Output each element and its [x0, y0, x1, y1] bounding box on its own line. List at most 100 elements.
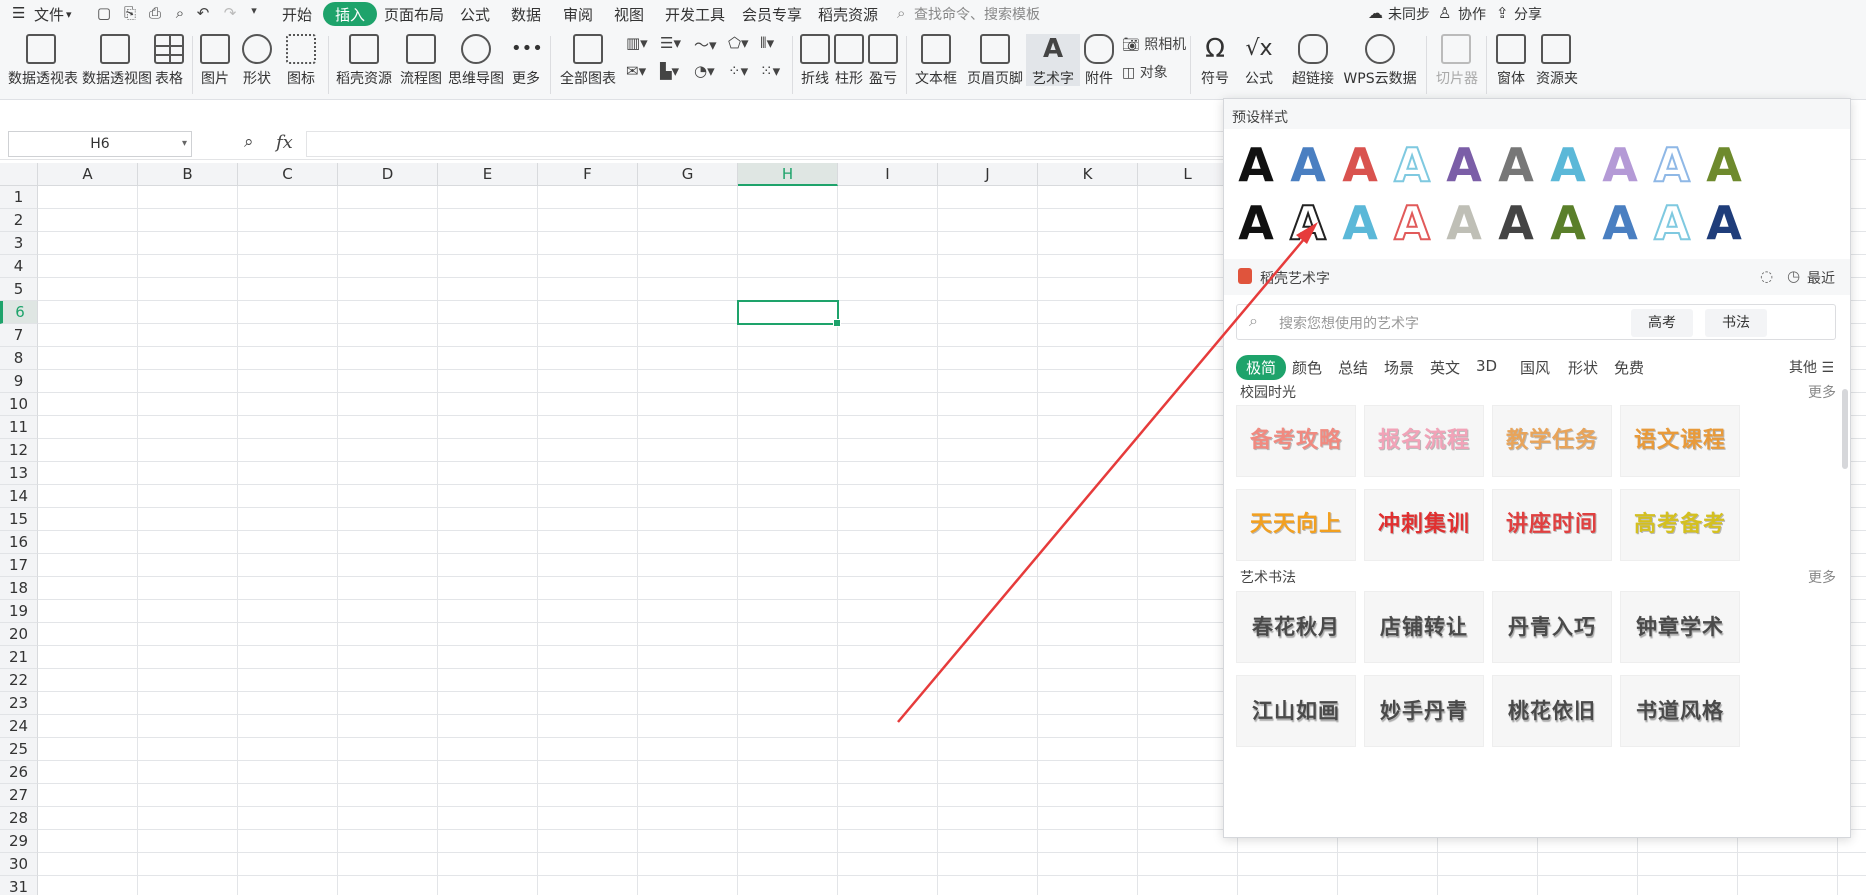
recent-link[interactable]: 最近 — [1807, 268, 1835, 288]
column-header[interactable]: D — [338, 163, 438, 186]
chevron-down-icon[interactable]: ▾ — [66, 8, 72, 21]
tab-member[interactable]: 会员专享 — [742, 4, 802, 25]
docer-resource-button[interactable]: 稻壳资源 — [336, 34, 392, 88]
row-header[interactable]: 22 — [0, 669, 38, 692]
calligraphy-template-thumbnail[interactable]: 店铺转让 — [1364, 591, 1484, 663]
row-header[interactable]: 9 — [0, 370, 38, 393]
row-header[interactable]: 16 — [0, 531, 38, 554]
column-chart-icon[interactable]: ▥▾ — [626, 34, 648, 52]
bar-chart-horizontal-icon[interactable]: ☰▾ — [660, 34, 681, 52]
wordart-preset-style[interactable]: A — [1648, 195, 1696, 251]
row-header[interactable]: 17 — [0, 554, 38, 577]
sparkline-line-button[interactable]: 折线 — [800, 34, 830, 88]
area-chart-icon[interactable]: ✉▾ — [626, 62, 646, 80]
section-campus-more[interactable]: 更多 — [1808, 382, 1836, 402]
row-header[interactable]: 18 — [0, 577, 38, 600]
hamburger-icon[interactable]: ☰ — [12, 4, 25, 22]
select-all-corner[interactable] — [0, 163, 38, 186]
wordart-template-thumbnail[interactable]: 讲座时间 — [1492, 489, 1612, 561]
column-header[interactable]: I — [838, 163, 938, 186]
wordart-template-thumbnail[interactable]: 报名流程 — [1364, 405, 1484, 477]
name-box[interactable]: H6 ▾ — [8, 131, 192, 157]
search-icon[interactable]: ⌕ — [897, 4, 905, 22]
calligraphy-template-thumbnail[interactable]: 丹青入巧 — [1492, 591, 1612, 663]
print-preview-icon[interactable]: ⌕ — [170, 4, 190, 24]
wordart-button[interactable]: A 艺术字 — [1026, 34, 1080, 87]
category-tab[interactable]: 形状 — [1562, 355, 1604, 380]
flowchart-button[interactable]: 流程图 — [400, 34, 442, 88]
formula-button[interactable]: √x 公式 — [1240, 34, 1278, 88]
row-header[interactable]: 6 — [0, 301, 38, 324]
gaokao-tag-button[interactable]: 高考 — [1631, 309, 1693, 337]
formula-input[interactable] — [306, 131, 1256, 157]
wordart-template-thumbnail[interactable]: 教学任务 — [1492, 405, 1612, 477]
save-icon[interactable]: ▢ — [94, 4, 114, 24]
wordart-preset-style[interactable]: A — [1596, 137, 1644, 193]
category-tab[interactable]: 英文 — [1424, 355, 1466, 380]
pivot-table-button[interactable]: 数据透视表 — [8, 34, 78, 88]
tab-view[interactable]: 视图 — [614, 4, 644, 25]
wordart-preset-style[interactable]: A — [1492, 137, 1540, 193]
row-header[interactable]: 1 — [0, 186, 38, 209]
row-header[interactable]: 30 — [0, 853, 38, 876]
row-header[interactable]: 29 — [0, 830, 38, 853]
file-menu[interactable]: 文件 — [34, 4, 64, 25]
tab-docer[interactable]: 稻壳资源 — [818, 4, 878, 25]
zoom-search-icon[interactable]: ⌕ — [244, 132, 254, 152]
column-header[interactable]: J — [938, 163, 1038, 186]
symbol-button[interactable]: Ω 符号 — [1196, 34, 1234, 88]
panel-scrollbar[interactable] — [1842, 389, 1848, 469]
row-header[interactable]: 25 — [0, 738, 38, 761]
picture-button[interactable]: 图片 — [198, 34, 232, 88]
share-button[interactable]: 分享 — [1514, 4, 1542, 24]
category-tab[interactable]: 国风 — [1514, 355, 1556, 380]
column-header[interactable]: G — [638, 163, 738, 186]
wordart-template-thumbnail[interactable]: 备考攻略 — [1236, 405, 1356, 477]
calligraphy-template-thumbnail[interactable]: 书道风格 — [1620, 675, 1740, 747]
tab-formula[interactable]: 公式 — [460, 4, 490, 25]
wordart-preset-style[interactable]: A — [1388, 195, 1436, 251]
tab-page-layout[interactable]: 页面布局 — [384, 4, 444, 25]
mindmap-button[interactable]: 思维导图 — [448, 34, 504, 88]
selected-cell[interactable] — [737, 300, 841, 327]
row-header[interactable]: 24 — [0, 715, 38, 738]
row-header[interactable]: 21 — [0, 646, 38, 669]
category-tab[interactable]: 总结 — [1332, 355, 1374, 380]
row-header[interactable]: 19 — [0, 600, 38, 623]
column-header[interactable]: C — [238, 163, 338, 186]
collab-button[interactable]: 协作 — [1458, 4, 1486, 24]
object-button[interactable]: ◫ 对象 — [1122, 62, 1168, 82]
tab-insert[interactable]: 插入 — [323, 2, 378, 26]
chevron-down-icon[interactable]: ▾ — [182, 132, 187, 156]
row-header[interactable]: 10 — [0, 393, 38, 416]
wordart-preset-style[interactable]: A — [1492, 195, 1540, 251]
column-header[interactable]: K — [1038, 163, 1138, 186]
hyperlink-button[interactable]: 超链接 — [1292, 34, 1334, 88]
column-header[interactable]: B — [138, 163, 238, 186]
row-header[interactable]: 15 — [0, 508, 38, 531]
wordart-template-thumbnail[interactable]: 冲刺集训 — [1364, 489, 1484, 561]
pivot-chart-button[interactable]: 数据透视图 — [82, 34, 152, 88]
row-header[interactable]: 14 — [0, 485, 38, 508]
row-header[interactable]: 27 — [0, 784, 38, 807]
scatter-chart-icon[interactable]: ⁘▾ — [728, 62, 748, 80]
combo-chart-icon[interactable]: ▙▾ — [660, 62, 679, 80]
tab-start[interactable]: 开始 — [282, 4, 312, 25]
print-icon[interactable]: ⎙ — [145, 4, 165, 24]
camera-button[interactable]: 📷︎ 照相机 — [1122, 34, 1186, 54]
section-calligraphy-more[interactable]: 更多 — [1808, 567, 1836, 587]
category-tab[interactable]: 颜色 — [1286, 355, 1328, 380]
wordart-preset-style[interactable]: A — [1596, 195, 1644, 251]
row-header[interactable]: 28 — [0, 807, 38, 830]
wordart-preset-style[interactable]: A — [1544, 137, 1592, 193]
wordart-search-box[interactable]: ⌕ 搜索您想使用的艺术字 高考 书法 — [1236, 304, 1836, 340]
line-chart-icon[interactable]: 〜▾ — [694, 34, 717, 55]
sync-status[interactable]: 未同步 — [1388, 4, 1430, 24]
all-charts-button[interactable]: 全部图表 — [558, 34, 618, 88]
row-header[interactable]: 7 — [0, 324, 38, 347]
wordart-preset-style[interactable]: A — [1336, 195, 1384, 251]
row-header[interactable]: 11 — [0, 416, 38, 439]
calligraphy-template-thumbnail[interactable]: 钟章学术 — [1620, 591, 1740, 663]
sparkline-winloss-button[interactable]: 盈亏 — [868, 34, 898, 88]
category-tab[interactable]: 场景 — [1378, 355, 1420, 380]
